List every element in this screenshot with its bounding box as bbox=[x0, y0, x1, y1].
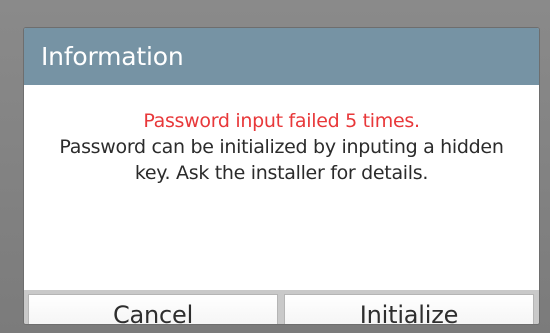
screen-background: Information Password input failed 5 time… bbox=[0, 0, 550, 333]
cancel-button[interactable]: Cancel bbox=[28, 294, 278, 324]
error-message: Password input failed 5 times. bbox=[143, 110, 420, 132]
initialize-button[interactable]: Initialize bbox=[284, 294, 534, 324]
dialog-title: Information bbox=[24, 28, 539, 85]
message-line-3: key. Ask the installer for details. bbox=[134, 162, 429, 184]
dialog-button-bar: Cancel Initialize bbox=[24, 290, 539, 324]
message-line-2: Password can be initialized by inputing … bbox=[59, 136, 504, 158]
information-dialog: Information Password input failed 5 time… bbox=[24, 28, 539, 324]
dialog-message: Password input failed 5 times. Password … bbox=[24, 85, 539, 290]
